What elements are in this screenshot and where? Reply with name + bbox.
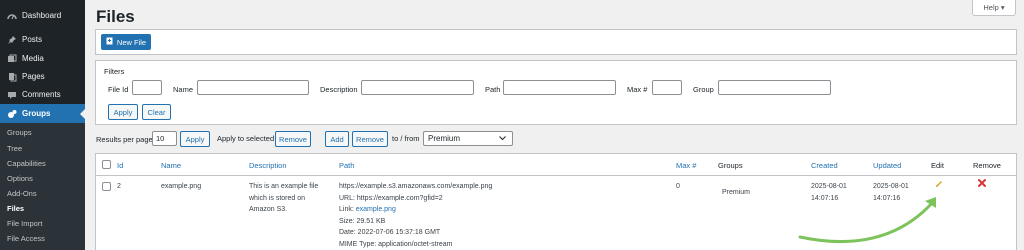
pages-icon <box>2 72 22 82</box>
media-icon <box>2 54 22 64</box>
chevron-down-icon <box>499 134 506 143</box>
max-input[interactable] <box>652 80 682 95</box>
file-id-label: File Id <box>108 85 129 94</box>
name-label: Name <box>173 85 194 94</box>
description-label: Description <box>320 85 358 94</box>
group-select[interactable]: Premium <box>423 131 513 146</box>
submenu-item-add-ons[interactable]: Add-Ons <box>7 189 37 198</box>
cell-max: 0 <box>676 183 680 190</box>
max-label: Max # <box>627 85 648 94</box>
sidebar-item-label: Dashboard <box>22 11 62 20</box>
actions-box: New File <box>95 29 1017 55</box>
column-header-description[interactable]: Description <box>249 161 287 170</box>
new-file-button[interactable]: New File <box>101 34 151 50</box>
group-input[interactable] <box>718 80 831 95</box>
bulk-remove-button[interactable]: Remove <box>275 131 311 147</box>
help-tab[interactable]: Help ▾ <box>972 0 1016 16</box>
sidebar-item-comments[interactable]: Comments <box>0 85 85 104</box>
apply-to-selected-label: Apply to selected <box>217 134 275 143</box>
column-header-max[interactable]: Max # <box>676 161 696 170</box>
column-header-updated[interactable]: Updated <box>873 161 901 170</box>
submenu-item-groups[interactable]: Groups <box>7 128 32 137</box>
cell-path: https://example.s3.amazonaws.com/example… <box>339 183 493 248</box>
filters-title: Filters <box>104 67 125 76</box>
cell-groups: Premium <box>722 189 751 196</box>
annotation-arrow-icon <box>790 190 950 247</box>
submenu-item-file-import[interactable]: File Import <box>7 219 42 228</box>
column-header-id[interactable]: Id <box>117 161 123 170</box>
page-title: Files <box>96 7 135 26</box>
column-header-remove: Remove <box>973 161 1001 170</box>
remove-icon[interactable] <box>978 179 986 189</box>
row-checkbox[interactable] <box>102 182 111 191</box>
column-header-path[interactable]: Path <box>339 161 354 170</box>
group-label: Group <box>693 85 714 94</box>
groups-submenu: Groups Tree Capabilities Options Add-Ons… <box>0 123 85 250</box>
sidebar-item-label: Comments <box>22 90 61 99</box>
sidebar-item-dashboard[interactable]: Dashboard <box>0 6 85 25</box>
filters-box: Filters File Id Name Description Path Ma… <box>95 60 1017 125</box>
table-header-divider <box>96 175 1016 176</box>
filters-clear-button[interactable]: Clear <box>142 104 171 120</box>
sidebar-item-label: Groups <box>22 109 51 118</box>
results-per-page-label: Results per page <box>96 135 153 144</box>
filters-apply-button[interactable]: Apply <box>108 104 138 120</box>
sidebar-item-label: Posts <box>22 35 43 44</box>
submenu-item-files[interactable]: Files <box>7 204 24 213</box>
column-header-groups: Groups <box>718 161 743 170</box>
file-add-icon <box>106 37 113 47</box>
sidebar-item-media[interactable]: Media <box>0 49 85 68</box>
sidebar-item-label: Pages <box>22 72 45 81</box>
groups-icon <box>2 109 22 119</box>
help-label: Help ▾ <box>983 3 1005 12</box>
cell-id: 2 <box>117 183 121 190</box>
edit-icon[interactable] <box>935 180 943 190</box>
description-input[interactable] <box>361 80 474 95</box>
admin-sidebar: Dashboard Posts Media Pages Comments Gro… <box>0 0 85 250</box>
select-all-checkbox[interactable] <box>102 160 111 169</box>
group-add-button[interactable]: Add <box>325 131 349 147</box>
sidebar-item-pages[interactable]: Pages <box>0 67 85 86</box>
results-apply-button[interactable]: Apply <box>180 131 210 147</box>
column-header-edit: Edit <box>931 161 944 170</box>
sidebar-item-label: Media <box>22 54 44 63</box>
file-link[interactable]: example.png <box>356 206 396 213</box>
submenu-item-capabilities[interactable]: Capabilities <box>7 159 46 168</box>
dashboard-icon <box>2 11 22 21</box>
submenu-item-tree[interactable]: Tree <box>7 144 22 153</box>
column-header-created[interactable]: Created <box>811 161 838 170</box>
results-per-page-input[interactable]: 10 <box>152 131 177 146</box>
sidebar-item-posts[interactable]: Posts <box>0 30 85 49</box>
column-header-name[interactable]: Name <box>161 161 181 170</box>
to-from-label: to / from <box>392 134 420 143</box>
submenu-item-options[interactable]: Options <box>7 174 33 183</box>
pin-icon <box>2 35 22 45</box>
path-label: Path <box>485 85 501 94</box>
path-input[interactable] <box>503 80 616 95</box>
file-id-input[interactable] <box>132 80 162 95</box>
comments-icon <box>2 90 22 100</box>
sidebar-item-groups[interactable]: Groups <box>0 104 85 123</box>
cell-description: This is an example file which is stored … <box>249 183 319 213</box>
group-remove-button[interactable]: Remove <box>352 131 388 147</box>
submenu-item-file-access[interactable]: File Access <box>7 234 45 243</box>
cell-name: example.png <box>161 183 202 190</box>
name-input[interactable] <box>197 80 309 95</box>
